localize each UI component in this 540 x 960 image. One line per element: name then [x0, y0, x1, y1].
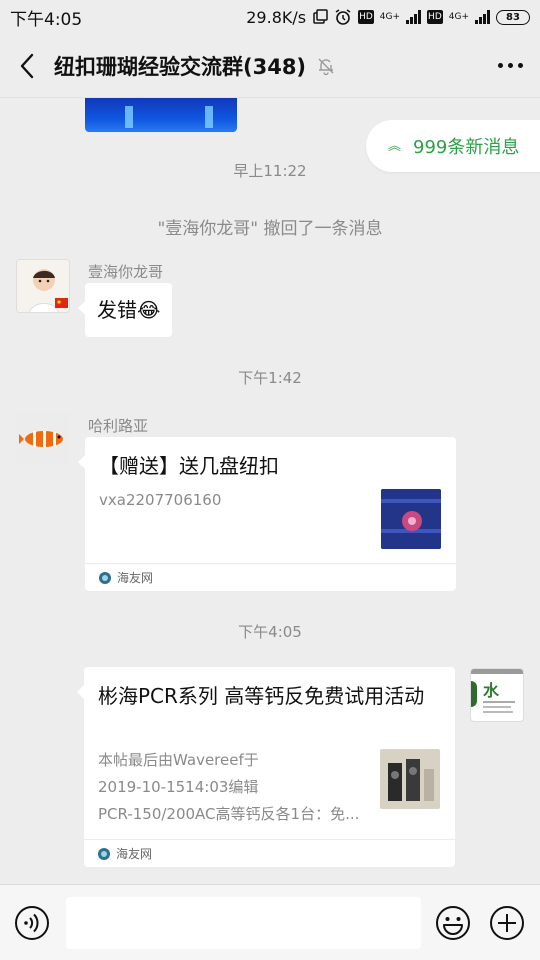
card-title: 【赠送】送几盘纽扣 [99, 454, 279, 478]
baby-avatar-icon [17, 260, 69, 312]
new-messages-label: 999条新消息 [413, 137, 520, 158]
card-description-line: PCR-150/200AC高等钙反各1台：免... [98, 805, 360, 823]
battery-icon: 83 [496, 9, 530, 25]
source-logo-icon [98, 847, 110, 860]
alarm-clock-icon [335, 9, 351, 25]
hd-badge-2: HD [427, 10, 443, 24]
emoji-icon[interactable] [435, 905, 471, 941]
sender-name: 壹海你龙哥 [88, 263, 164, 281]
card-description: vxa2207706160 [99, 491, 222, 509]
card-source: 海友网 [85, 563, 456, 591]
my-avatar[interactable]: 水 [470, 668, 524, 722]
link-card[interactable]: 彬海PCR系列 高等钙反免费试用活动 本帖最后由Wavereef于 2019-1… [77, 667, 455, 867]
image-message-partial[interactable] [85, 98, 237, 132]
message-input[interactable] [66, 897, 421, 949]
signal-icon [406, 10, 422, 24]
card-thumbnail [381, 489, 441, 549]
timestamp: 下午1:42 [238, 369, 302, 387]
chat-title: 纽扣珊瑚经验交流群(348) [54, 54, 307, 79]
recall-notice: "壹海你龙哥" 撤回了一条消息 [157, 219, 383, 239]
card-thumbnail [380, 749, 440, 809]
mute-bell-icon [318, 58, 334, 75]
card-description-line: 2019-10-1514:03编辑 [98, 778, 259, 796]
plus-icon[interactable] [489, 905, 525, 941]
message-text: 发错😂 [97, 298, 161, 322]
timestamp: 早上11:22 [233, 162, 307, 180]
voice-icon[interactable] [14, 905, 50, 941]
card-title: 彬海PCR系列 高等钙反免费试用活动 [98, 684, 425, 708]
avatar-text: 水 [483, 681, 500, 700]
card-source: 海友网 [84, 839, 455, 867]
double-chevron-up-icon: ︽ [388, 138, 402, 154]
network-speed: 29.8K/s [246, 7, 307, 27]
chat-header: 纽扣珊瑚经验交流群(348) [0, 34, 540, 98]
card-source-label: 海友网 [117, 571, 154, 585]
hd-badge: HD [358, 10, 374, 24]
card-source-label: 海友网 [116, 847, 153, 861]
network-type: 4G+ [379, 12, 401, 22]
timestamp: 下午4:05 [238, 623, 302, 641]
source-logo-icon [99, 571, 111, 584]
more-icon[interactable] [480, 34, 540, 98]
back-arrow-icon [20, 53, 34, 78]
signal-icon-2 [475, 10, 490, 24]
status-time: 下午4:05 [10, 9, 83, 30]
input-bar [0, 884, 540, 960]
link-card[interactable]: 【赠送】送几盘纽扣 vxa2207706160 海友网 [78, 437, 456, 591]
chat-messages[interactable]: ︽ 999条新消息 早上11:22 "壹海你龙哥" 撤回了一条消息 壹海你龙哥 … [0, 98, 540, 884]
avatar[interactable] [16, 259, 70, 313]
text-message-bubble[interactable]: 发错😂 [77, 283, 173, 337]
avatar[interactable] [16, 411, 70, 465]
screen-record-icon [313, 9, 328, 24]
back-button[interactable] [0, 34, 54, 98]
network-type-2: 4G+ [448, 12, 469, 22]
clownfish-avatar-icon [16, 411, 70, 465]
status-bar: 下午4:05 29.8K/s HD 4G+ HD 4G+ 83 [0, 0, 540, 34]
sender-name: 哈利路亚 [88, 417, 149, 435]
card-description-line: 本帖最后由Wavereef于 [98, 751, 259, 769]
